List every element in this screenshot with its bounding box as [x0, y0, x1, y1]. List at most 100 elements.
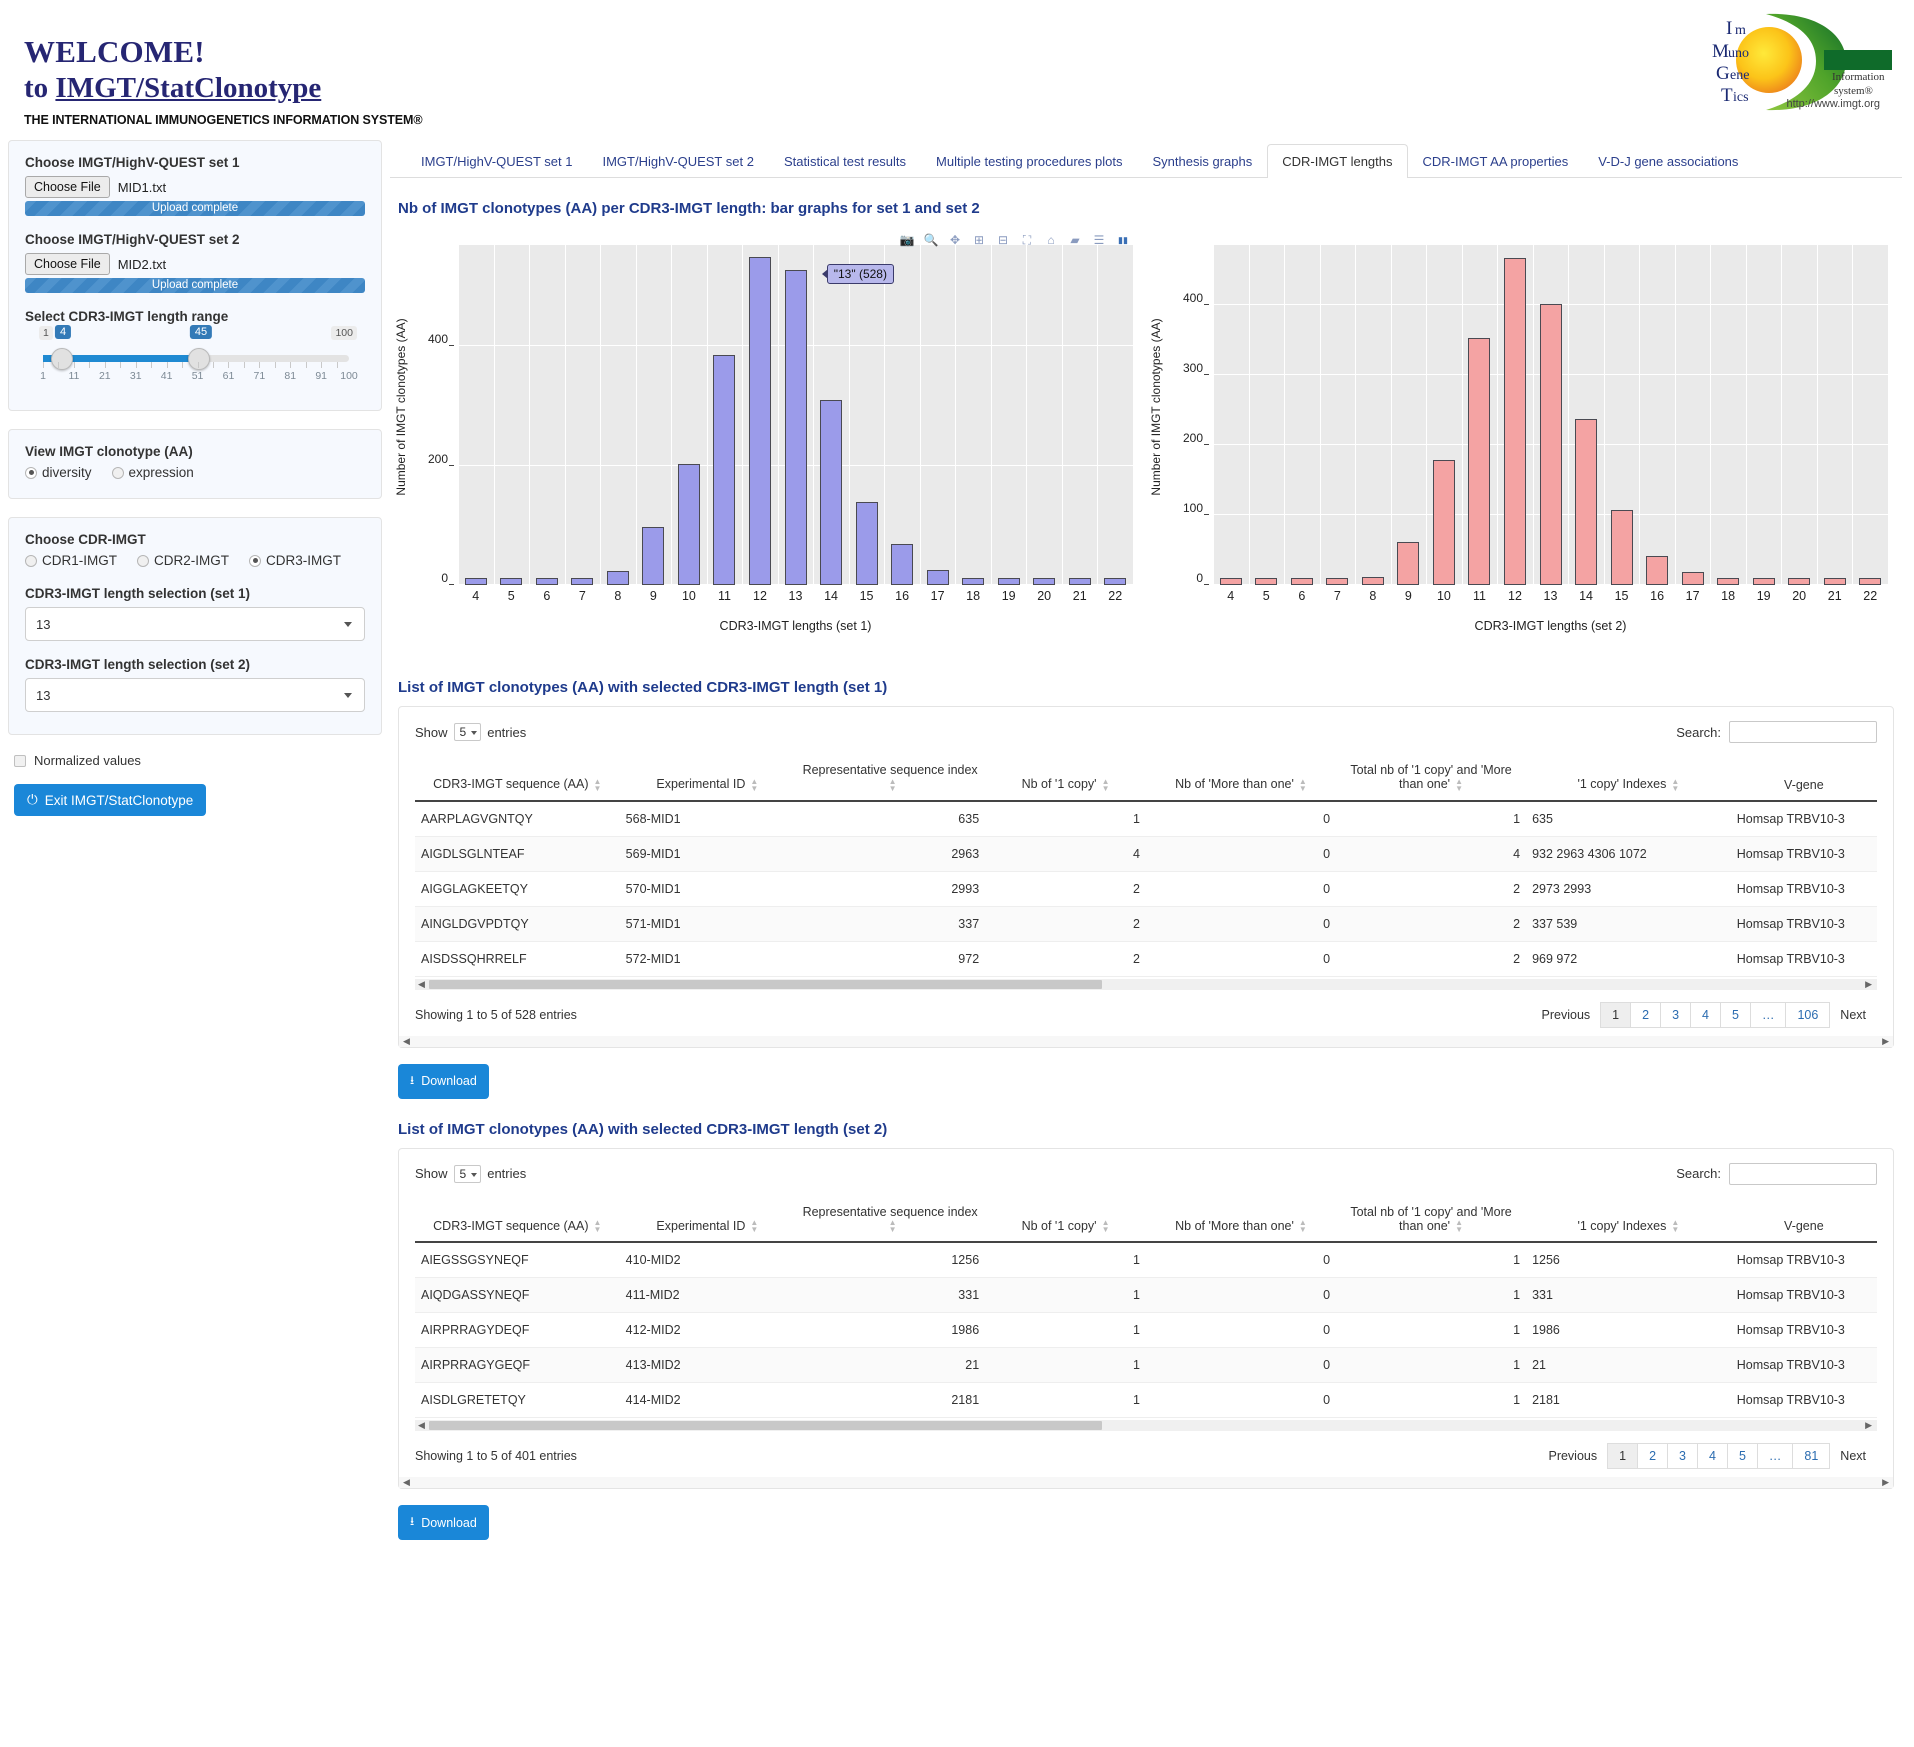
plotly-logo-icon[interactable]: ▮▮	[1113, 231, 1133, 249]
scroll-left-icon-t2[interactable]: ◀	[415, 1420, 428, 1431]
outer-scroll-left-icon-t2[interactable]: ◀	[403, 1477, 410, 1488]
column-header-1[interactable]: Experimental ID ▲ ▼	[619, 1196, 796, 1244]
pagination-page-106[interactable]: 106	[1785, 1001, 1831, 1028]
sort-icon[interactable]: ▲ ▼	[750, 777, 758, 792]
bar-15[interactable]	[855, 501, 878, 585]
column-header-2[interactable]: Representative sequence index▲ ▼	[795, 755, 986, 802]
bar-20[interactable]	[1033, 578, 1056, 585]
bar-4[interactable]	[464, 578, 487, 585]
bar-6[interactable]	[535, 578, 558, 585]
table1-horizontal-scrollbar[interactable]: ◀ ▶	[415, 978, 1877, 990]
tab-multiple-testing-procedures-plots[interactable]: Multiple testing procedures plots	[921, 144, 1137, 178]
autoscale-icon[interactable]: ⛶	[1017, 231, 1037, 249]
column-header-2[interactable]: Representative sequence index▲ ▼	[795, 1196, 986, 1244]
bar-17[interactable]	[1681, 572, 1704, 585]
pagination-page-…[interactable]: …	[1749, 1001, 1787, 1028]
radio-option-cdr2[interactable]: CDR2-IMGT	[137, 553, 229, 568]
scroll-right-icon-t1[interactable]: ▶	[1862, 979, 1875, 990]
zoom-icon[interactable]: 🔍	[921, 231, 941, 249]
radio-option-cdr3[interactable]: CDR3-IMGT	[249, 553, 341, 568]
bar-13[interactable]	[784, 270, 807, 585]
outer-scroll-right-icon-t1[interactable]: ▶	[1882, 1036, 1889, 1047]
table1-search-input[interactable]	[1729, 721, 1877, 743]
pan-icon[interactable]: ✥	[945, 231, 965, 249]
table-row[interactable]: AIGGLAGKEETQY 570-MID1 2993 2 0 2 2973 2993 Hom…	[415, 871, 1877, 907]
pagination-next[interactable]: Next	[1829, 1444, 1877, 1468]
bar-4[interactable]	[1219, 578, 1242, 585]
zoom-in-icon[interactable]: ⊞	[969, 231, 989, 249]
pagination-page-4[interactable]: 4	[1696, 1443, 1728, 1470]
app-name-link[interactable]: IMGT/StatClonotype	[55, 72, 321, 104]
bar-7[interactable]	[571, 578, 594, 585]
table2-download-button[interactable]: ⭳ Download	[398, 1505, 489, 1541]
column-header-0[interactable]: CDR3-IMGT sequence (AA) ▲ ▼	[415, 755, 620, 802]
column-header-7[interactable]: V-gene	[1730, 755, 1877, 802]
imgt-url[interactable]: http://www.imgt.org	[1786, 98, 1880, 110]
bar-16[interactable]	[1646, 556, 1669, 585]
column-header-6[interactable]: '1 copy' Indexes ▲ ▼	[1526, 1196, 1731, 1244]
exit-button[interactable]: ⏻ Exit IMGT/StatClonotype	[14, 784, 207, 816]
table1-outer-scrollbar[interactable]: ◀ ▶	[399, 1035, 1893, 1047]
tab-v-d-j-gene-associations[interactable]: V-D-J gene associations	[1583, 144, 1753, 178]
sort-icon[interactable]: ▲ ▼	[1102, 1219, 1110, 1234]
scroll-right-icon-t2[interactable]: ▶	[1862, 1420, 1875, 1431]
bar-17[interactable]	[926, 569, 949, 585]
table-row[interactable]: AISDLGRETETQY 414-MID2 2181 1 0 1 2181 Homsap T…	[415, 1382, 1877, 1419]
radio-option-diversity[interactable]: diversity	[25, 465, 92, 480]
bar-22[interactable]	[1104, 578, 1127, 585]
radio-option-expression[interactable]: expression	[111, 465, 194, 480]
pagination-page-2[interactable]: 2	[1630, 1001, 1662, 1028]
table2-horizontal-scrollbar[interactable]: ◀ ▶	[415, 1420, 1877, 1432]
outer-scroll-right-icon-t2[interactable]: ▶	[1882, 1477, 1889, 1488]
sort-icon[interactable]: ▲ ▼	[1299, 1219, 1307, 1234]
bar-19[interactable]	[997, 578, 1020, 585]
bar-21[interactable]	[1068, 578, 1091, 585]
bar-18[interactable]	[962, 578, 985, 585]
pagination-page-5[interactable]: 5	[1726, 1443, 1758, 1470]
bar-11[interactable]	[1468, 337, 1491, 585]
bar-11[interactable]	[713, 355, 736, 585]
tab-synthesis-graphs[interactable]: Synthesis graphs	[1137, 144, 1267, 178]
bar-5[interactable]	[1255, 578, 1278, 585]
bar-8[interactable]	[1361, 577, 1384, 585]
hover-closest-icon[interactable]: ▰	[1065, 231, 1085, 249]
bar-14[interactable]	[820, 400, 843, 585]
table-row[interactable]: AISDSSQHRRELF 572-MID1 972 2 0 2 969 972 Homsap…	[415, 941, 1877, 977]
tab-imgt-highv-quest-set-2[interactable]: IMGT/HighV-QUEST set 2	[587, 144, 768, 178]
bar-21[interactable]	[1823, 578, 1846, 585]
column-header-3[interactable]: Nb of '1 copy' ▲ ▼	[985, 1196, 1146, 1244]
pagination-page-1[interactable]: 1	[1600, 1001, 1632, 1028]
column-header-7[interactable]: V-gene	[1730, 1196, 1877, 1244]
table-row[interactable]: AIRPRRAGYDEQF 412-MID2 1986 1 0 1 1986 Homsap T…	[415, 1312, 1877, 1349]
sort-icon[interactable]: ▲ ▼	[594, 1219, 602, 1234]
sort-icon[interactable]: ▲ ▼	[889, 1219, 897, 1234]
column-header-5[interactable]: Total nb of '1 copy' and 'More than one'…	[1336, 755, 1527, 802]
sort-icon[interactable]: ▲ ▼	[889, 777, 897, 792]
zoom-out-icon[interactable]: ⊟	[993, 231, 1013, 249]
pagination-page-…[interactable]: …	[1756, 1443, 1794, 1470]
pagination-page-3[interactable]: 3	[1667, 1443, 1698, 1470]
pagination-page-4[interactable]: 4	[1690, 1001, 1721, 1028]
bar-13[interactable]	[1539, 303, 1562, 585]
hover-compare-icon[interactable]: ☰	[1089, 231, 1109, 249]
choose-file-button-set2[interactable]: Choose File	[25, 253, 110, 275]
bar-16[interactable]	[891, 544, 914, 585]
pagination-page-5[interactable]: 5	[1719, 1001, 1751, 1028]
column-header-4[interactable]: Nb of 'More than one' ▲ ▼	[1145, 755, 1337, 802]
bar-22[interactable]	[1859, 578, 1882, 585]
tab-cdr-imgt-aa-properties[interactable]: CDR-IMGT AA properties	[1408, 144, 1584, 178]
table2-page-size-select[interactable]: 5	[453, 1164, 482, 1183]
sort-icon[interactable]: ▲ ▼	[750, 1219, 758, 1234]
table-row[interactable]: AINGLDGVPDTQY 571-MID1 337 2 0 2 337 539 Homsap…	[415, 906, 1877, 942]
choose-file-button-set1[interactable]: Choose File	[25, 176, 110, 198]
normalized-values-row[interactable]: Normalized values	[14, 753, 382, 768]
normalized-values-checkbox[interactable]	[14, 754, 26, 767]
bar-15[interactable]	[1610, 510, 1633, 585]
sort-icon[interactable]: ▲ ▼	[594, 777, 602, 792]
tab-imgt-highv-quest-set-1[interactable]: IMGT/HighV-QUEST set 1	[406, 144, 587, 178]
column-header-4[interactable]: Nb of 'More than one' ▲ ▼	[1145, 1196, 1337, 1244]
table2-scroll-thumb[interactable]	[429, 1421, 1102, 1431]
column-header-5[interactable]: Total nb of '1 copy' and 'More than one'…	[1336, 1196, 1527, 1244]
bar-9[interactable]	[642, 527, 665, 585]
table1-scroll-thumb[interactable]	[429, 979, 1102, 989]
